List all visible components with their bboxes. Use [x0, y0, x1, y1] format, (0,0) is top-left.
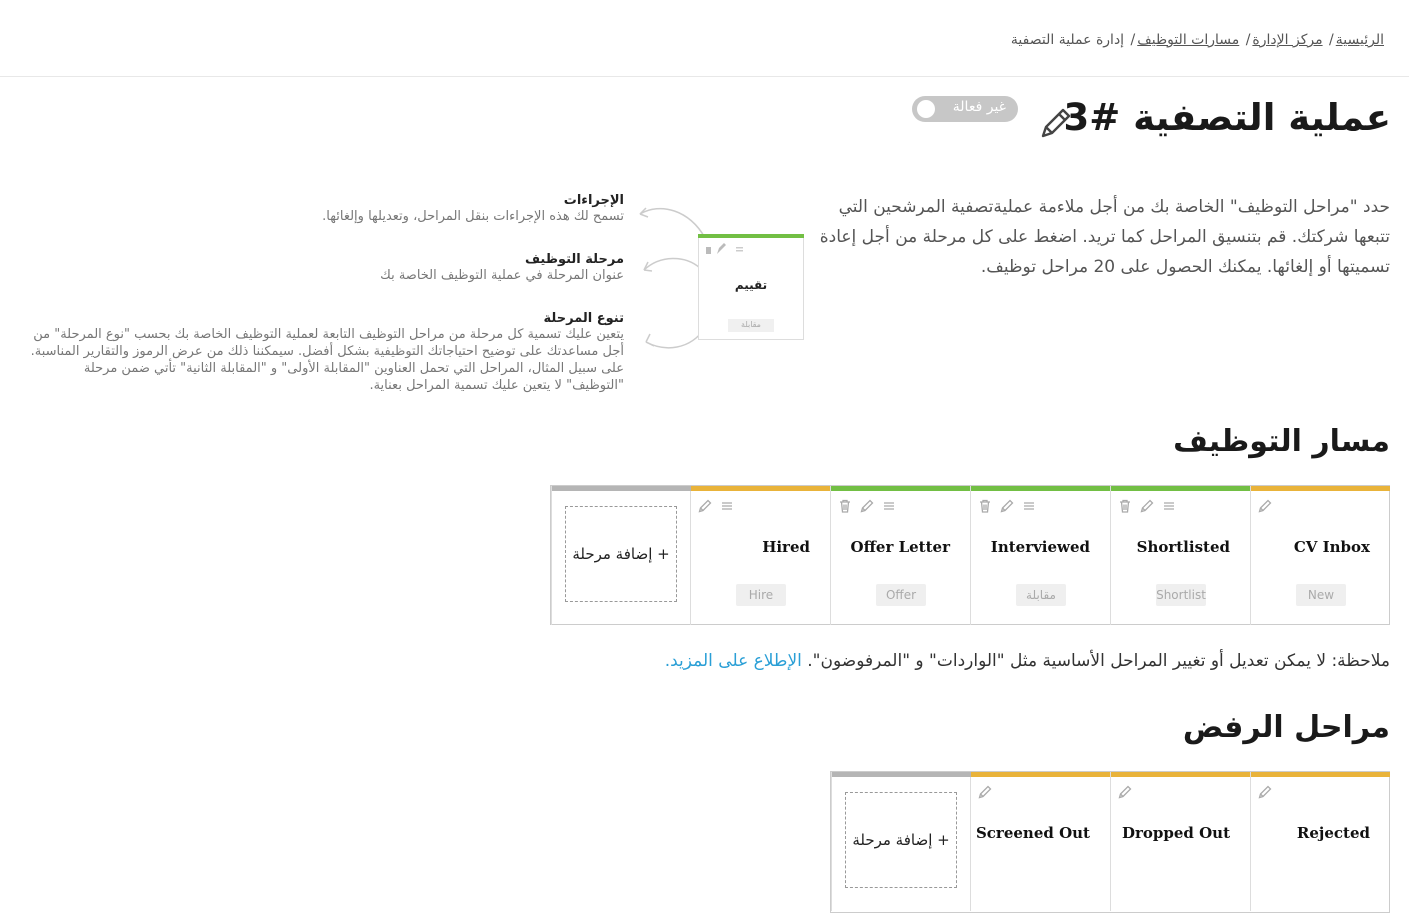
stage-type-badge: Shortlist [1156, 584, 1206, 606]
stage-name: Rejected [1296, 824, 1370, 842]
stage-name: Hired [762, 538, 810, 556]
stage-color-bar [1251, 486, 1390, 491]
stage-color-bar [832, 772, 971, 777]
help-actions: الإجراءات تسمح لك هذه الإجراءات بنقل الم… [24, 193, 624, 225]
pipeline-board: CV Inbox New Shortlisted Shortlist Interview… [550, 485, 1390, 625]
edit-pencil-icon[interactable] [697, 498, 713, 514]
stage-column[interactable]: Dropped Out [1110, 772, 1250, 911]
stage-name: Shortlisted [1136, 538, 1230, 556]
add-stage-button[interactable]: + إضافة مرحلة [845, 792, 957, 888]
stage-column[interactable]: CV Inbox New [1250, 486, 1390, 625]
stage-column[interactable]: Rejected [1250, 772, 1390, 911]
preview-stage-name: تقييم [734, 278, 768, 292]
stage-actions [1117, 498, 1177, 514]
stage-actions [1257, 784, 1273, 800]
stage-column[interactable]: Screened Out [970, 772, 1110, 911]
stage-actions [1117, 784, 1133, 800]
stage-name: Offer Letter [850, 538, 950, 556]
stage-actions [1257, 498, 1273, 514]
stage-color-bar [831, 486, 970, 491]
delete-trash-icon[interactable] [1117, 498, 1133, 514]
stage-color-bar [1111, 486, 1250, 491]
note: ملاحظة: لا يمكن تعديل أو تغيير المراحل ا… [665, 651, 1390, 671]
stage-type-badge: New [1296, 584, 1346, 606]
breadcrumb-home[interactable]: الرئيسية [1336, 32, 1384, 48]
help-actions-text: تسمح لك هذه الإجراءات بنقل المراحل، وتعد… [322, 209, 624, 224]
note-text: ملاحظة: لا يمكن تعديل أو تغيير المراحل ا… [807, 651, 1390, 671]
stage-type-badge: Offer [876, 584, 926, 606]
toggle-knob [917, 100, 935, 118]
edit-pencil-icon[interactable] [999, 498, 1015, 514]
stage-actions [837, 498, 897, 514]
stage-type-badge: مقابلة [1016, 584, 1066, 606]
stage-column[interactable]: Offer Letter Offer [830, 486, 970, 625]
edit-pencil-icon[interactable] [977, 784, 993, 800]
edit-title-pencil-icon[interactable] [1037, 104, 1075, 142]
learn-more-link[interactable]: الإطلاع على المزيد. [665, 651, 802, 671]
status-label: غير فعالة [952, 99, 1006, 115]
stage-color-bar [971, 772, 1110, 777]
breadcrumb-admin-center[interactable]: مركز الإدارة [1252, 32, 1322, 48]
drag-handle-icon[interactable] [1161, 498, 1177, 514]
stage-color-bar [1111, 772, 1250, 777]
edit-pencil-icon[interactable] [1257, 784, 1273, 800]
stage-column[interactable]: Interviewed مقابلة [970, 486, 1110, 625]
stage-name: Screened Out [975, 824, 1090, 842]
breadcrumb-current: إدارة عملية التصفية [1010, 32, 1125, 48]
rejection-heading: مراحل الرفض [1182, 710, 1390, 745]
stage-name: Interviewed [990, 538, 1090, 556]
edit-pencil-icon[interactable] [1257, 498, 1273, 514]
stage-preview-card: تقييم مقابلة [698, 234, 804, 340]
page-title: عملية التصفية #3 [1063, 96, 1391, 139]
rejection-board: Rejected Dropped Out Screened Out + إضافة م… [830, 771, 1390, 913]
help-stage-title: مرحلة التوظيف [524, 252, 624, 267]
stage-color-bar [691, 486, 830, 491]
edit-pencil-icon[interactable] [1139, 498, 1155, 514]
stage-name: Dropped Out [1121, 824, 1230, 842]
stage-color-bar [552, 486, 691, 491]
stage-column[interactable]: Shortlisted Shortlist [1110, 486, 1250, 625]
stage-name: CV Inbox [1293, 538, 1370, 556]
help-stage-text: عنوان المرحلة في عملية التوظيف الخاصة بك [380, 268, 624, 283]
help-type-title: تنوع المرحلة [543, 311, 624, 326]
stage-actions [697, 498, 735, 514]
stage-actions [977, 498, 1037, 514]
stage-actions [977, 784, 993, 800]
delete-trash-icon[interactable] [977, 498, 993, 514]
edit-pencil-icon[interactable] [859, 498, 875, 514]
add-stage-column: + إضافة مرحلة [551, 486, 691, 625]
drag-handle-icon[interactable] [1021, 498, 1037, 514]
stage-type-badge: Hire [736, 584, 786, 606]
breadcrumb-pipelines[interactable]: مسارات التوظيف [1137, 32, 1239, 48]
delete-trash-icon[interactable] [837, 498, 853, 514]
intro-description: حدد "مراحل التوظيف" الخاصة بك من أجل ملا… [819, 197, 1390, 277]
status-toggle[interactable]: غير فعالة [912, 96, 1018, 122]
help-type-text: يتعين عليك تسمية كل مرحلة من مراحل التوظ… [30, 327, 624, 393]
add-stage-column: + إضافة مرحلة [831, 772, 971, 911]
drag-handle-icon[interactable] [719, 498, 735, 514]
help-type: تنوع المرحلة يتعين عليك تسمية كل مرحلة م… [24, 311, 624, 394]
preview-stage-badge: مقابلة [741, 320, 761, 329]
add-stage-button[interactable]: + إضافة مرحلة [565, 506, 677, 602]
breadcrumb: الرئيسية/ مركز الإدارة/ مسارات التوظيف/ … [1010, 32, 1384, 48]
stage-color-bar [971, 486, 1110, 491]
stage-column[interactable]: Hired Hire [690, 486, 830, 625]
edit-pencil-icon[interactable] [1117, 784, 1133, 800]
drag-handle-icon[interactable] [881, 498, 897, 514]
pipeline-heading: مسار التوظيف [1173, 424, 1390, 459]
help-actions-title: الإجراءات [563, 193, 624, 208]
help-stage: مرحلة التوظيف عنوان المرحلة في عملية الت… [24, 252, 624, 284]
stage-color-bar [1251, 772, 1390, 777]
